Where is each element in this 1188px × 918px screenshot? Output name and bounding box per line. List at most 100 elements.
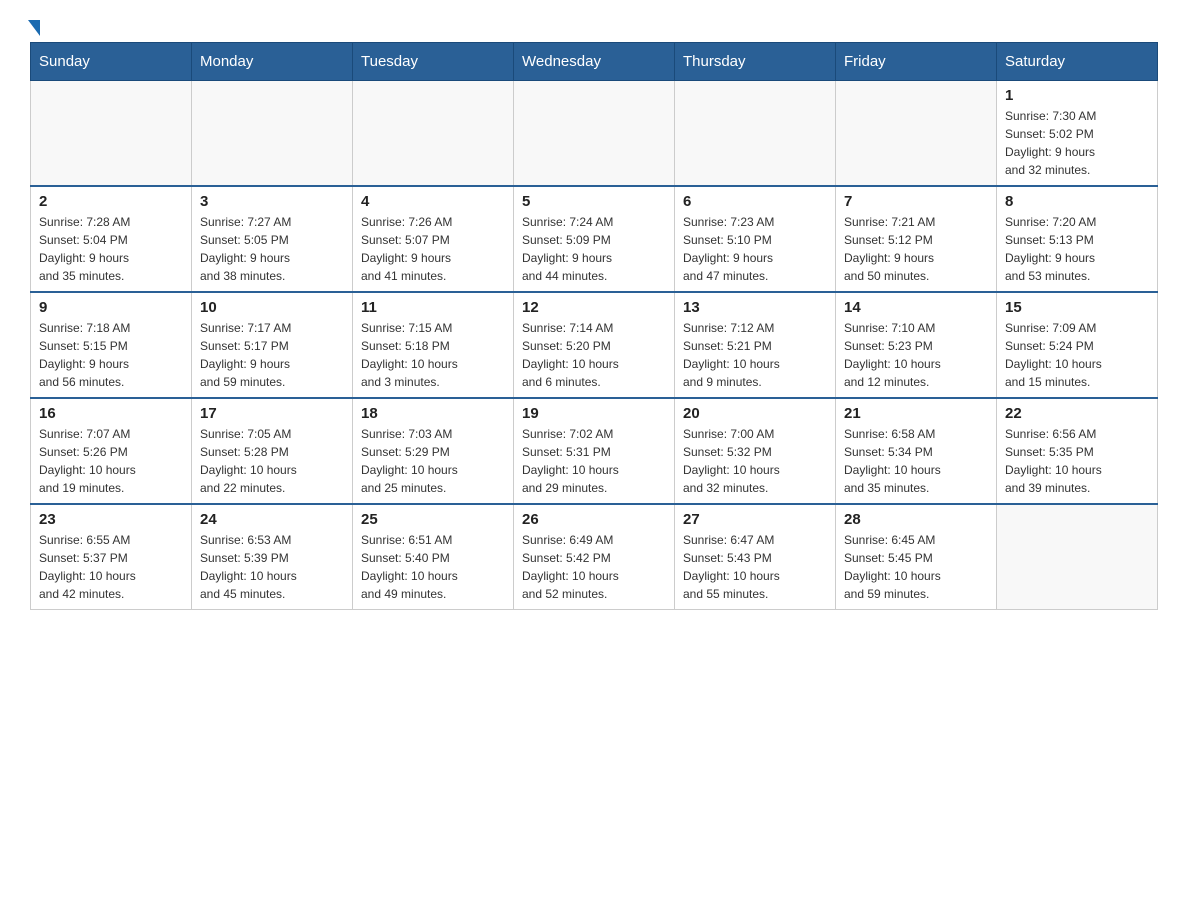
day-number: 21 [844,405,988,422]
page-header [30,20,1158,32]
calendar-week-row: 23Sunrise: 6:55 AMSunset: 5:37 PMDayligh… [31,504,1158,610]
day-number: 22 [1005,405,1149,422]
calendar-day-cell: 25 Sunrise: 6:51 AMSunset: 5:40 PMDayligh… [353,504,514,610]
calendar-day-cell [836,81,997,187]
calendar-day-cell: 12 Sunrise: 7:14 AMSunset: 5:20 PMDayligh… [514,292,675,398]
calendar-day-cell [353,81,514,187]
calendar-day-cell: 11 Sunrise: 7:15 AMSunset: 5:18 PMDayligh… [353,292,514,398]
calendar-day-cell: 7 Sunrise: 7:21 AMSunset: 5:12 PMDaylight… [836,186,997,292]
day-number: 16 [39,405,183,422]
day-info: Sunrise: 6:51 AMSunset: 5:40 PMDaylight:… [361,531,505,603]
weekday-header-friday: Friday [836,43,997,81]
day-info: Sunrise: 7:27 AMSunset: 5:05 PMDaylight:… [200,213,344,285]
day-info: Sunrise: 7:00 AMSunset: 5:32 PMDaylight:… [683,425,827,497]
day-number: 11 [361,299,505,316]
day-number: 28 [844,511,988,528]
day-info: Sunrise: 7:18 AMSunset: 5:15 PMDaylight:… [39,319,183,391]
day-info: Sunrise: 7:23 AMSunset: 5:10 PMDaylight:… [683,213,827,285]
calendar-day-cell [192,81,353,187]
day-info: Sunrise: 7:05 AMSunset: 5:28 PMDaylight:… [200,425,344,497]
day-info: Sunrise: 6:47 AMSunset: 5:43 PMDaylight:… [683,531,827,603]
calendar-day-cell: 22 Sunrise: 6:56 AMSunset: 5:35 PMDayligh… [997,398,1158,504]
weekday-header-row: SundayMondayTuesdayWednesdayThursdayFrid… [31,43,1158,81]
day-number: 7 [844,193,988,210]
calendar-day-cell: 4 Sunrise: 7:26 AMSunset: 5:07 PMDaylight… [353,186,514,292]
calendar-day-cell: 13 Sunrise: 7:12 AMSunset: 5:21 PMDayligh… [675,292,836,398]
day-number: 23 [39,511,183,528]
day-number: 1 [1005,87,1149,104]
day-number: 17 [200,405,344,422]
day-info: Sunrise: 7:07 AMSunset: 5:26 PMDaylight:… [39,425,183,497]
day-info: Sunrise: 7:26 AMSunset: 5:07 PMDaylight:… [361,213,505,285]
day-info: Sunrise: 7:28 AMSunset: 5:04 PMDaylight:… [39,213,183,285]
calendar-day-cell: 3Sunrise: 7:27 AMSunset: 5:05 PMDaylight… [192,186,353,292]
calendar-week-row: 16 Sunrise: 7:07 AMSunset: 5:26 PMDayligh… [31,398,1158,504]
calendar-day-cell: 27 Sunrise: 6:47 AMSunset: 5:43 PMDayligh… [675,504,836,610]
day-info: Sunrise: 7:21 AMSunset: 5:12 PMDaylight:… [844,213,988,285]
weekday-header-sunday: Sunday [31,43,192,81]
calendar-week-row: 1 Sunrise: 7:30 AMSunset: 5:02 PMDaylight… [31,81,1158,187]
calendar-day-cell [675,81,836,187]
day-info: Sunrise: 7:24 AMSunset: 5:09 PMDaylight:… [522,213,666,285]
calendar-day-cell: 2 Sunrise: 7:28 AMSunset: 5:04 PMDaylight… [31,186,192,292]
logo [30,20,40,32]
calendar-day-cell: 28 Sunrise: 6:45 AMSunset: 5:45 PMDayligh… [836,504,997,610]
calendar-day-cell: 24Sunrise: 6:53 AMSunset: 5:39 PMDayligh… [192,504,353,610]
day-number: 19 [522,405,666,422]
calendar-day-cell: 9 Sunrise: 7:18 AMSunset: 5:15 PMDaylight… [31,292,192,398]
day-info: Sunrise: 6:45 AMSunset: 5:45 PMDaylight:… [844,531,988,603]
day-info: Sunrise: 7:17 AMSunset: 5:17 PMDaylight:… [200,319,344,391]
calendar-day-cell: 19 Sunrise: 7:02 AMSunset: 5:31 PMDayligh… [514,398,675,504]
day-info: Sunrise: 6:49 AMSunset: 5:42 PMDaylight:… [522,531,666,603]
weekday-header-saturday: Saturday [997,43,1158,81]
day-info: Sunrise: 7:12 AMSunset: 5:21 PMDaylight:… [683,319,827,391]
calendar-day-cell: 8Sunrise: 7:20 AMSunset: 5:13 PMDaylight… [997,186,1158,292]
calendar-day-cell [997,504,1158,610]
day-number: 12 [522,299,666,316]
calendar-day-cell [31,81,192,187]
day-number: 6 [683,193,827,210]
calendar-day-cell: 20 Sunrise: 7:00 AMSunset: 5:32 PMDayligh… [675,398,836,504]
day-number: 13 [683,299,827,316]
day-number: 14 [844,299,988,316]
day-info: Sunrise: 7:03 AMSunset: 5:29 PMDaylight:… [361,425,505,497]
day-info: Sunrise: 7:15 AMSunset: 5:18 PMDaylight:… [361,319,505,391]
calendar-week-row: 2 Sunrise: 7:28 AMSunset: 5:04 PMDaylight… [31,186,1158,292]
calendar-day-cell: 6 Sunrise: 7:23 AMSunset: 5:10 PMDaylight… [675,186,836,292]
day-info: Sunrise: 7:14 AMSunset: 5:20 PMDaylight:… [522,319,666,391]
calendar-table: SundayMondayTuesdayWednesdayThursdayFrid… [30,42,1158,610]
day-number: 5 [522,193,666,210]
day-info: Sunrise: 7:02 AMSunset: 5:31 PMDaylight:… [522,425,666,497]
calendar-day-cell: 14 Sunrise: 7:10 AMSunset: 5:23 PMDayligh… [836,292,997,398]
day-number: 24 [200,511,344,528]
day-info: Sunrise: 7:09 AMSunset: 5:24 PMDaylight:… [1005,319,1149,391]
day-number: 26 [522,511,666,528]
day-number: 9 [39,299,183,316]
weekday-header-wednesday: Wednesday [514,43,675,81]
day-number: 18 [361,405,505,422]
day-number: 4 [361,193,505,210]
calendar-day-cell: 5 Sunrise: 7:24 AMSunset: 5:09 PMDaylight… [514,186,675,292]
day-number: 27 [683,511,827,528]
calendar-day-cell: 23Sunrise: 6:55 AMSunset: 5:37 PMDayligh… [31,504,192,610]
day-number: 20 [683,405,827,422]
calendar-day-cell: 17 Sunrise: 7:05 AMSunset: 5:28 PMDayligh… [192,398,353,504]
weekday-header-thursday: Thursday [675,43,836,81]
day-info: Sunrise: 7:20 AMSunset: 5:13 PMDaylight:… [1005,213,1149,285]
day-info: Sunrise: 6:56 AMSunset: 5:35 PMDaylight:… [1005,425,1149,497]
calendar-week-row: 9 Sunrise: 7:18 AMSunset: 5:15 PMDaylight… [31,292,1158,398]
calendar-day-cell: 10Sunrise: 7:17 AMSunset: 5:17 PMDayligh… [192,292,353,398]
day-info: Sunrise: 7:30 AMSunset: 5:02 PMDaylight:… [1005,107,1149,179]
day-number: 25 [361,511,505,528]
calendar-day-cell: 26 Sunrise: 6:49 AMSunset: 5:42 PMDayligh… [514,504,675,610]
weekday-header-monday: Monday [192,43,353,81]
day-number: 15 [1005,299,1149,316]
day-info: Sunrise: 6:58 AMSunset: 5:34 PMDaylight:… [844,425,988,497]
logo-arrow-icon [28,20,40,36]
day-number: 2 [39,193,183,210]
calendar-day-cell [514,81,675,187]
calendar-day-cell: 21 Sunrise: 6:58 AMSunset: 5:34 PMDayligh… [836,398,997,504]
day-info: Sunrise: 7:10 AMSunset: 5:23 PMDaylight:… [844,319,988,391]
calendar-day-cell: 16 Sunrise: 7:07 AMSunset: 5:26 PMDayligh… [31,398,192,504]
calendar-day-cell: 15 Sunrise: 7:09 AMSunset: 5:24 PMDayligh… [997,292,1158,398]
